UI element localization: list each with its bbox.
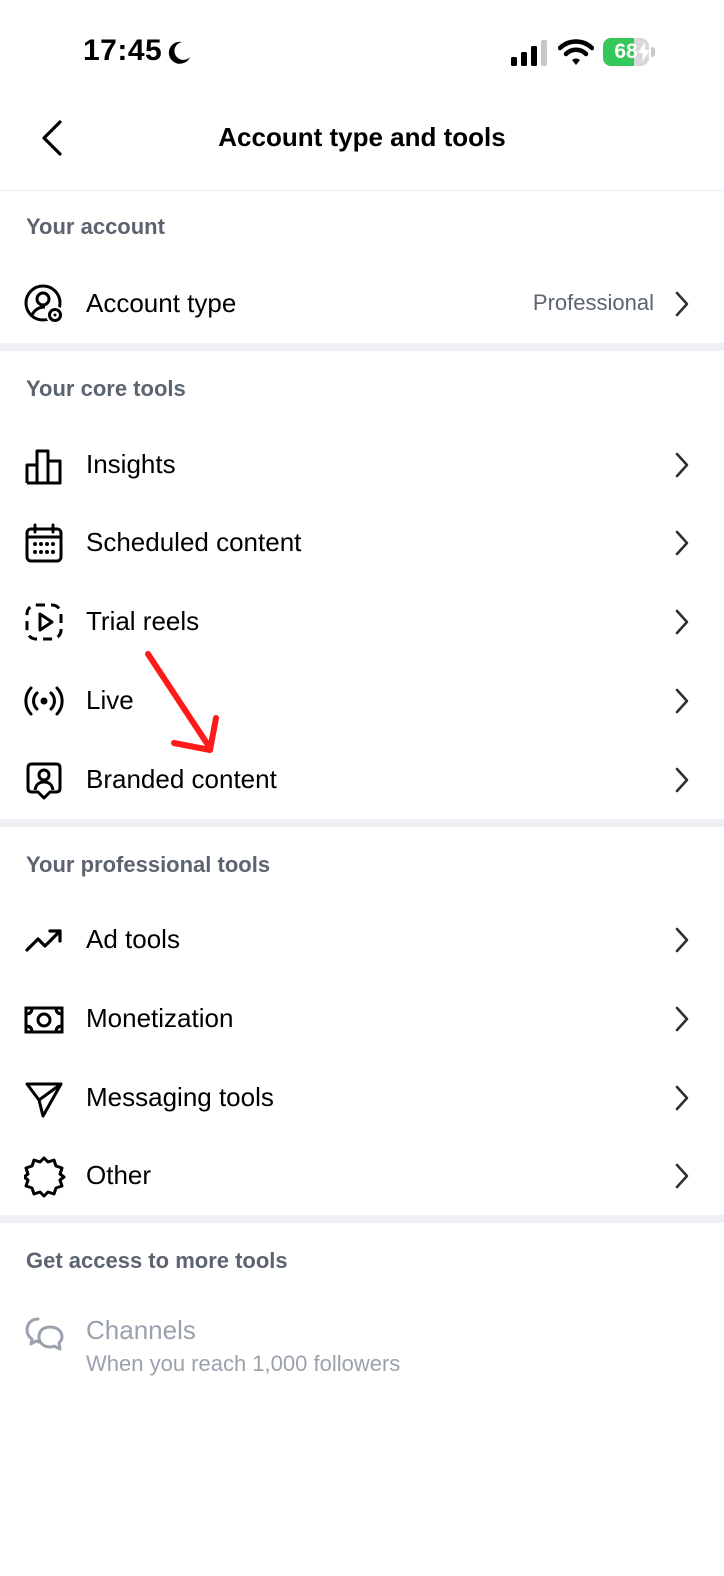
- row-label: Ad tools: [86, 924, 180, 954]
- calendar-icon: [25, 523, 63, 563]
- insights-row[interactable]: Insights: [0, 427, 724, 503]
- annotation-arrow-icon: [145, 651, 219, 753]
- row-label: Other: [86, 1160, 152, 1190]
- wifi-icon: [558, 39, 594, 65]
- account-settings-icon: [24, 284, 64, 324]
- trial-reels-icon: [25, 603, 63, 641]
- section-divider: [0, 819, 724, 827]
- row-label: Messaging tools: [86, 1082, 274, 1112]
- branded-content-icon: [26, 762, 62, 800]
- chevron-right-icon: [675, 688, 689, 714]
- row-label: Trial reels: [86, 606, 200, 636]
- section-title: Your core tools: [26, 376, 186, 401]
- row-label: Insights: [86, 449, 176, 479]
- messaging-tools-row[interactable]: Messaging tools: [0, 1060, 724, 1136]
- section-divider: [0, 343, 724, 351]
- row-label: Monetization: [86, 1003, 234, 1033]
- monetization-row[interactable]: Monetization: [0, 981, 724, 1057]
- section-title: Your account: [26, 214, 165, 239]
- section-core-tools: Your core tools Insights Scheduled conte…: [0, 351, 724, 819]
- live-row[interactable]: Live: [0, 663, 724, 739]
- cellular-signal-icon: [511, 40, 547, 66]
- chevron-right-icon: [675, 767, 689, 793]
- money-icon: [24, 1006, 64, 1034]
- scheduled-content-row[interactable]: Scheduled content: [0, 505, 724, 581]
- page-title: Account type and tools: [218, 122, 506, 152]
- chevron-right-icon: [675, 530, 689, 556]
- chevron-right-icon: [675, 927, 689, 953]
- gear-icon: [24, 1156, 66, 1198]
- branded-content-row[interactable]: Branded content: [0, 742, 724, 818]
- trending-up-icon: [25, 929, 62, 952]
- chevron-right-icon: [675, 291, 689, 317]
- live-icon: [24, 686, 64, 716]
- account-type-value: Professional: [532, 290, 654, 315]
- section-more-tools: Get access to more tools Channels When y…: [0, 1223, 724, 1576]
- trial-reels-row[interactable]: Trial reels: [0, 584, 724, 660]
- nav-header: Account type and tools: [0, 100, 724, 191]
- section-divider: [0, 1215, 724, 1223]
- channels-row: Channels When you reach 1,000 followers: [0, 1305, 724, 1381]
- account-type-row[interactable]: Account type Professional: [0, 266, 724, 342]
- chevron-right-icon: [675, 609, 689, 635]
- section-professional-tools: Your professional tools Ad tools Monetiz…: [0, 827, 724, 1215]
- chevron-right-icon: [675, 1085, 689, 1111]
- status-time: 17:45: [83, 34, 163, 67]
- chevron-right-icon: [675, 1163, 689, 1189]
- section-title: Get access to more tools: [26, 1248, 288, 1273]
- row-label: Live: [86, 685, 134, 715]
- row-label: Account type: [86, 288, 237, 318]
- row-label: Branded content: [86, 764, 277, 794]
- chevron-right-icon: [675, 452, 689, 478]
- moon-icon: [168, 41, 190, 64]
- bar-chart-icon: [25, 449, 62, 485]
- row-label: Channels: [86, 1315, 196, 1345]
- ad-tools-row[interactable]: Ad tools: [0, 902, 724, 978]
- section-your-account: Your account Account type Professional: [0, 192, 724, 343]
- battery-indicator: 68: [603, 38, 657, 66]
- section-title: Your professional tools: [26, 852, 271, 877]
- status-bar: 17:45 68: [0, 0, 724, 100]
- channels-requirement: When you reach 1,000 followers: [86, 1351, 401, 1376]
- chevron-right-icon: [675, 1006, 689, 1032]
- charging-bolt-icon: [638, 42, 650, 62]
- messaging-icon: [25, 1082, 63, 1118]
- channels-icon: [25, 1317, 64, 1351]
- other-row[interactable]: Other: [0, 1138, 724, 1214]
- row-label: Scheduled content: [86, 527, 302, 557]
